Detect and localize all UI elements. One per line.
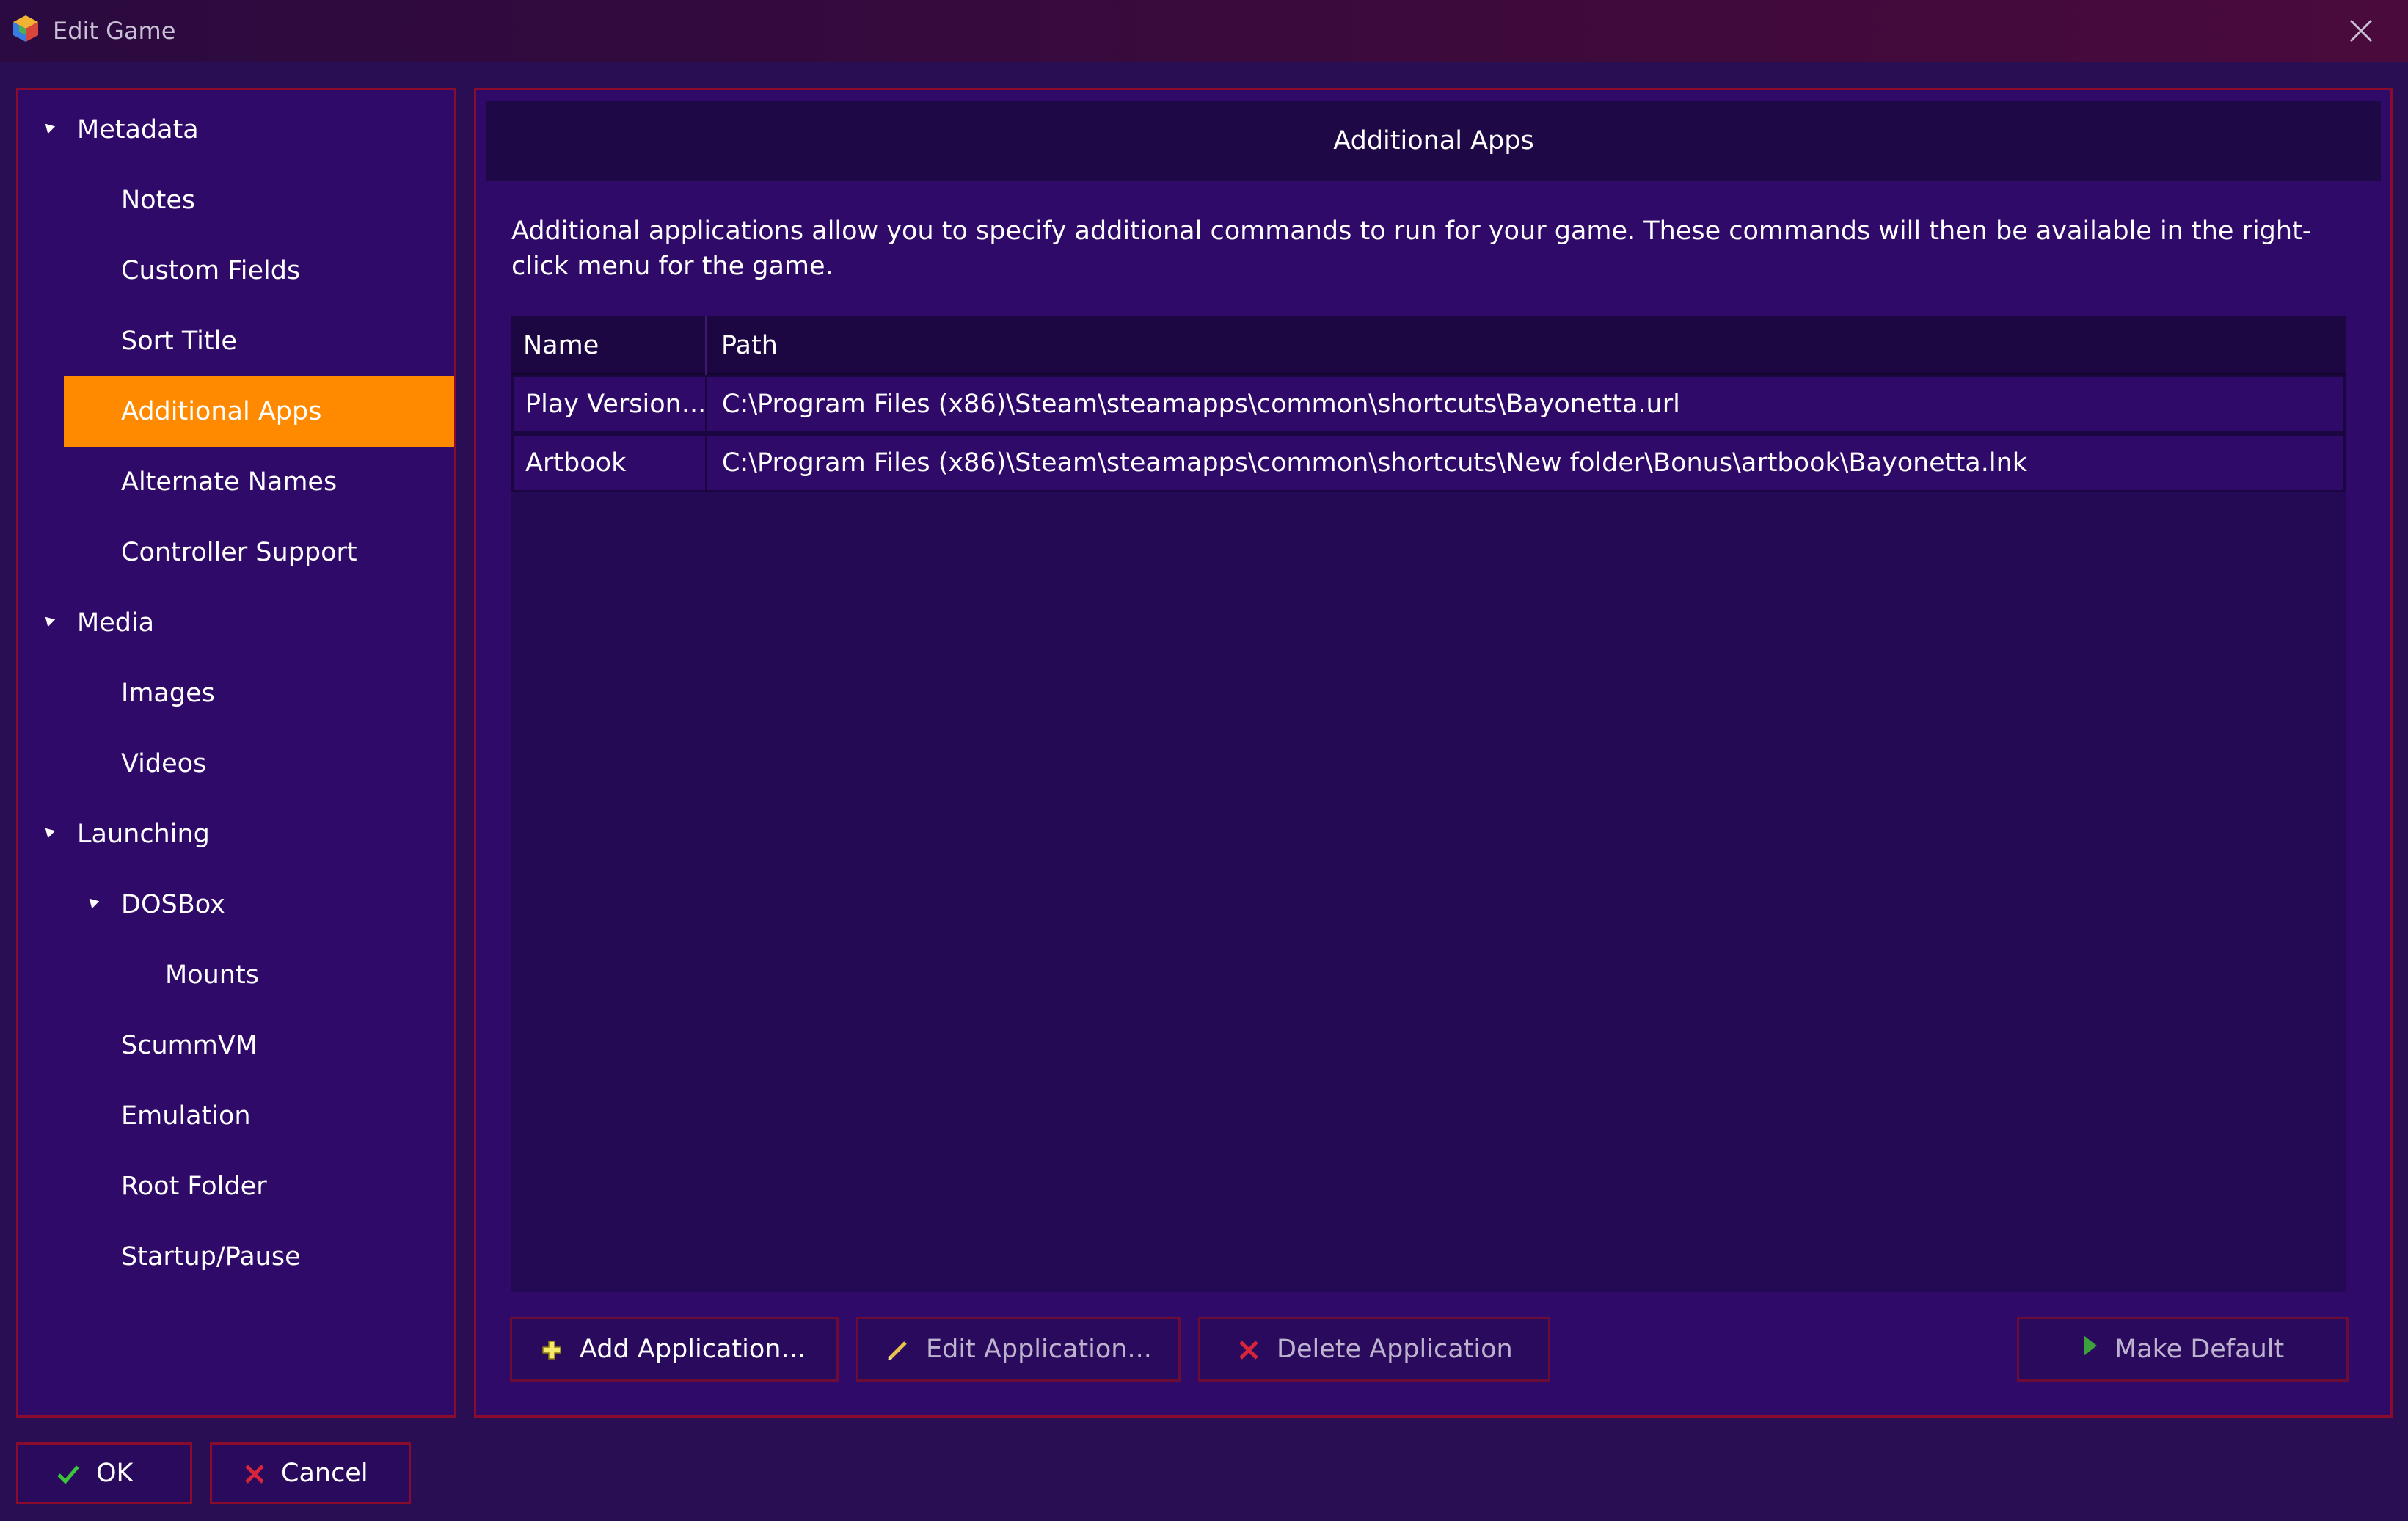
tree-item-dosbox[interactable]: DOSBox bbox=[18, 869, 454, 940]
title-bar: Edit Game bbox=[0, 0, 2408, 62]
delete-application-button[interactable]: Delete Application bbox=[1198, 1317, 1550, 1382]
tree-item-controller-support[interactable]: Controller Support bbox=[18, 517, 454, 588]
table-row[interactable]: Artbook C:\Program Files (x86)\Steam\ste… bbox=[511, 434, 2346, 492]
expand-arrow-icon[interactable] bbox=[41, 613, 56, 627]
checkmark-icon bbox=[57, 1465, 79, 1484]
cell-divider bbox=[705, 377, 707, 431]
app-path-cell: C:\Program Files (x86)\Steam\steamapps\c… bbox=[722, 390, 1680, 419]
tree-item-root-folder[interactable]: Root Folder bbox=[18, 1151, 454, 1222]
column-header-name[interactable]: Name bbox=[523, 316, 599, 375]
close-icon[interactable] bbox=[2343, 13, 2379, 48]
app-cube-icon bbox=[13, 15, 38, 42]
tree-item-startup-pause[interactable]: Startup/Pause bbox=[18, 1222, 454, 1292]
panel-description: Additional applications allow you to spe… bbox=[511, 216, 2312, 281]
make-default-button[interactable]: Make Default bbox=[2017, 1317, 2349, 1382]
cancel-x-icon bbox=[245, 1465, 264, 1484]
cancel-button[interactable]: Cancel bbox=[210, 1442, 411, 1504]
tree-item-mounts[interactable]: Mounts bbox=[18, 940, 454, 1010]
app-name-cell: Play Version... bbox=[525, 390, 707, 419]
expand-arrow-icon[interactable] bbox=[41, 824, 56, 839]
edit-application-button[interactable]: Edit Application... bbox=[856, 1317, 1181, 1382]
tree-item-sort-title[interactable]: Sort Title bbox=[18, 306, 454, 376]
table-row[interactable]: Play Version... C:\Program Files (x86)\S… bbox=[511, 375, 2346, 434]
window-title: Edit Game bbox=[53, 17, 176, 45]
column-divider[interactable] bbox=[705, 316, 707, 375]
cell-divider bbox=[705, 436, 707, 490]
pencil-icon bbox=[888, 1341, 907, 1360]
ok-button[interactable]: OK bbox=[16, 1442, 192, 1504]
app-name-cell: Artbook bbox=[525, 448, 627, 478]
add-icon bbox=[542, 1341, 561, 1360]
expand-arrow-icon[interactable] bbox=[85, 894, 100, 909]
tree-item-alternate-names[interactable]: Alternate Names bbox=[18, 447, 454, 517]
panel-header: Additional Apps bbox=[486, 101, 2381, 181]
tree-item-launching[interactable]: Launching bbox=[18, 799, 454, 869]
app-path-cell: C:\Program Files (x86)\Steam\steamapps\c… bbox=[722, 448, 2028, 478]
tree-item-media[interactable]: Media bbox=[18, 588, 454, 658]
column-header-path[interactable]: Path bbox=[721, 316, 778, 375]
tree-item-images[interactable]: Images bbox=[18, 658, 454, 729]
tree-item-emulation[interactable]: Emulation bbox=[18, 1081, 454, 1151]
add-application-button[interactable]: Add Application... bbox=[510, 1317, 839, 1382]
delete-x-icon bbox=[1239, 1341, 1258, 1360]
apps-table: Name Path Play Version... C:\Program Fil… bbox=[511, 316, 2346, 1292]
table-header: Name Path bbox=[511, 316, 2346, 375]
tree-item-videos[interactable]: Videos bbox=[18, 729, 454, 799]
play-arrow-icon bbox=[2084, 1335, 2097, 1356]
tree-item-metadata[interactable]: Metadata bbox=[18, 95, 454, 165]
expand-arrow-icon[interactable] bbox=[41, 120, 56, 134]
tree-item-custom-fields[interactable]: Custom Fields bbox=[18, 236, 454, 306]
additional-apps-panel: Additional Apps Additional applications … bbox=[474, 88, 2393, 1418]
tree-item-notes[interactable]: Notes bbox=[18, 165, 454, 236]
settings-tree: Metadata Notes Custom Fields Sort Title … bbox=[16, 88, 456, 1418]
tree-item-additional-apps[interactable]: Additional Apps bbox=[64, 376, 454, 447]
tree-item-scummvm[interactable]: ScummVM bbox=[18, 1010, 454, 1081]
